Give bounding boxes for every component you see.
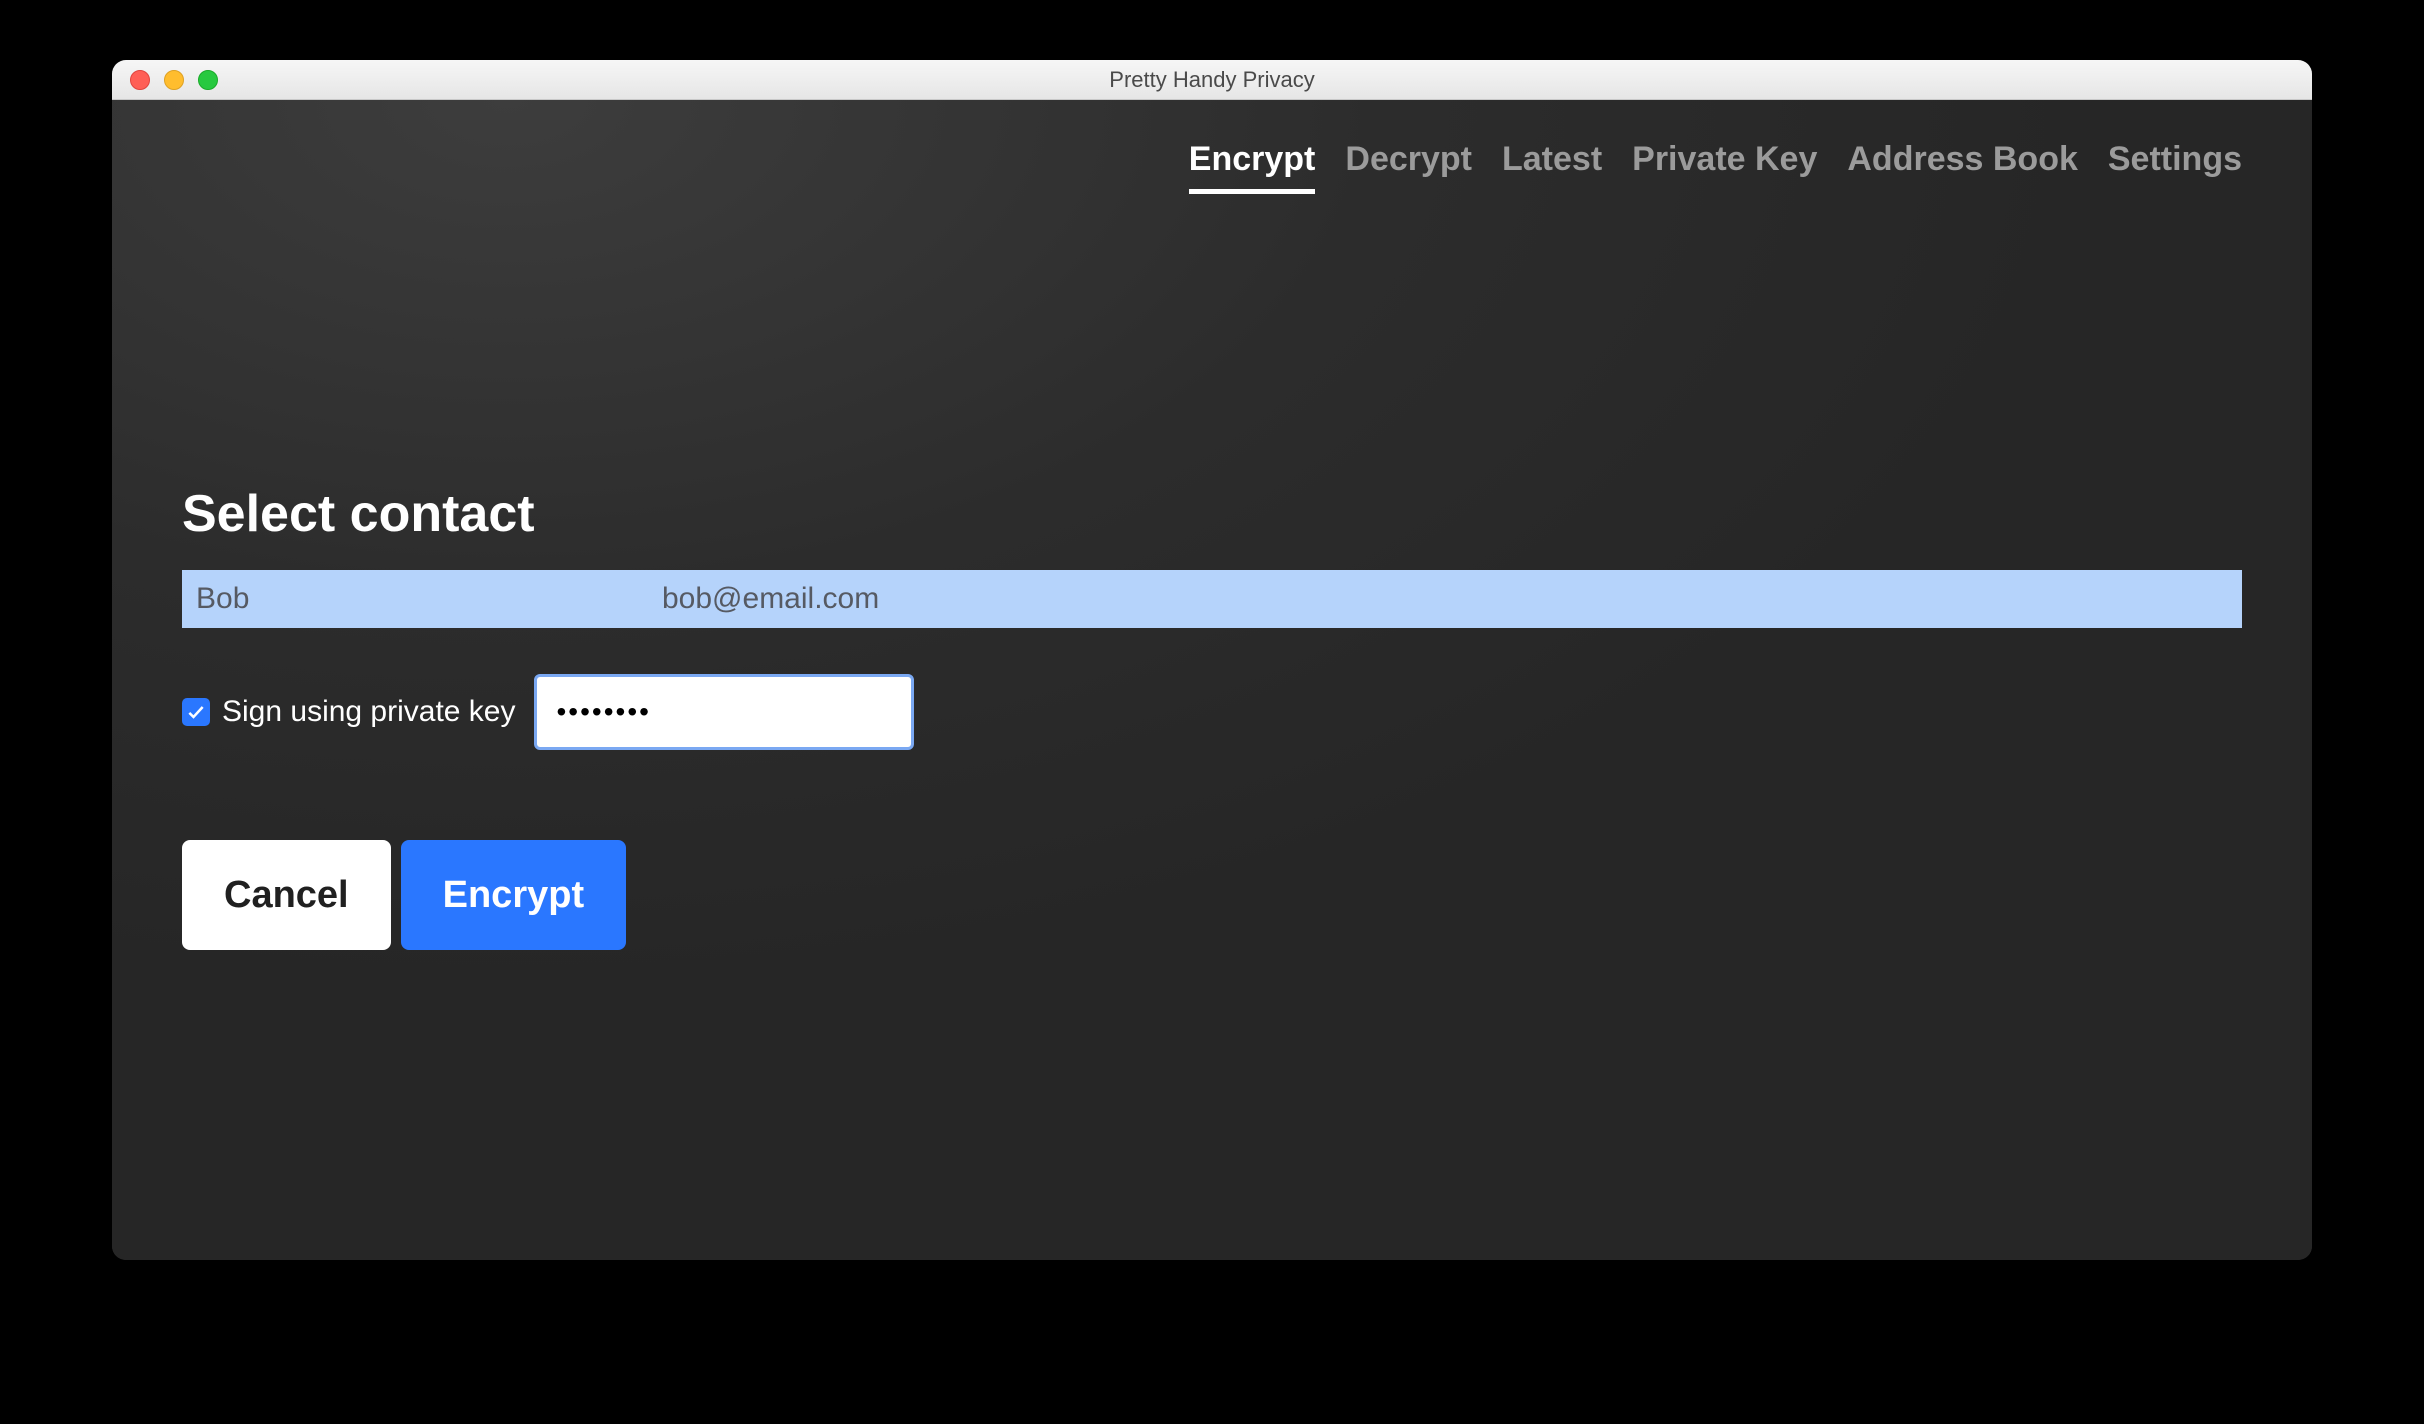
tab-encrypt[interactable]: Encrypt (1189, 140, 1316, 194)
tab-bar: Encrypt Decrypt Latest Private Key Addre… (112, 100, 2312, 194)
contact-list: Bob bob@email.com (182, 570, 2242, 628)
sign-checkbox[interactable] (182, 698, 210, 726)
encrypt-button[interactable]: Encrypt (401, 840, 626, 950)
tab-private-key[interactable]: Private Key (1632, 140, 1817, 194)
tab-decrypt[interactable]: Decrypt (1345, 140, 1472, 194)
close-icon[interactable] (130, 70, 150, 90)
contact-row[interactable]: Bob bob@email.com (182, 570, 2242, 628)
tab-address-book[interactable]: Address Book (1847, 140, 2078, 194)
tab-latest[interactable]: Latest (1502, 140, 1602, 194)
contact-name: Bob (182, 582, 662, 616)
titlebar: Pretty Handy Privacy (112, 60, 2312, 100)
sign-label: Sign using private key (222, 695, 516, 729)
window-title: Pretty Handy Privacy (112, 67, 2312, 93)
sign-row: Sign using private key (182, 674, 2242, 750)
app-window: Pretty Handy Privacy Encrypt Decrypt Lat… (112, 60, 2312, 1260)
cancel-button[interactable]: Cancel (182, 840, 391, 950)
zoom-icon[interactable] (198, 70, 218, 90)
button-row: Cancel Encrypt (182, 840, 2242, 950)
contact-email: bob@email.com (662, 582, 2242, 616)
main-panel: Select contact Bob bob@email.com Sign us… (112, 194, 2312, 950)
tab-settings[interactable]: Settings (2108, 140, 2242, 194)
content-area: Encrypt Decrypt Latest Private Key Addre… (112, 100, 2312, 1260)
page-heading: Select contact (182, 484, 2242, 544)
password-input[interactable] (534, 674, 914, 750)
traffic-lights (130, 70, 218, 90)
check-icon (186, 702, 206, 722)
minimize-icon[interactable] (164, 70, 184, 90)
